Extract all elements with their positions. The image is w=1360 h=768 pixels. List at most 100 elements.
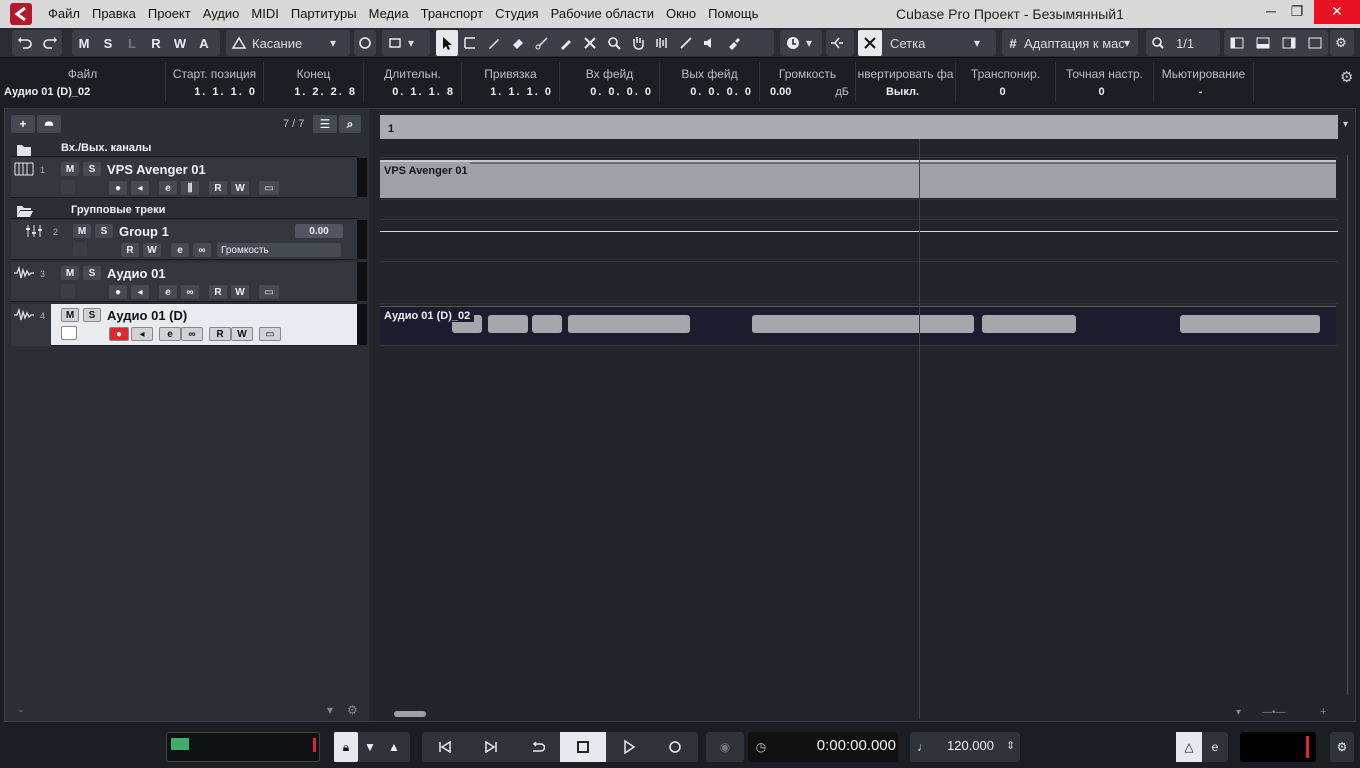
gear-icon[interactable]: ⚙: [347, 703, 358, 717]
audio-event[interactable]: Аудио 01 (D)_02: [380, 306, 1336, 344]
edit-channel-icon[interactable]: e: [171, 243, 189, 257]
menu-transport[interactable]: Транспорт: [415, 0, 490, 28]
add-track-preset-icon[interactable]: [37, 115, 61, 133]
write-button[interactable]: W: [143, 243, 161, 257]
info-fine-tune[interactable]: Точная настр. 0: [1056, 62, 1154, 102]
listen-state-button[interactable]: L: [120, 30, 144, 56]
monitor-icon[interactable]: ◂: [131, 327, 153, 341]
midi-part[interactable]: VPS Avenger 01: [380, 160, 1336, 198]
info-start[interactable]: Старт. позиция 1. 1. 1. 0: [166, 62, 264, 102]
info-fade-in[interactable]: Вх фейд 0. 0. 0. 0: [560, 62, 660, 102]
zoom-in-icon[interactable]: +: [1320, 706, 1326, 718]
lanes-icon[interactable]: ▭: [259, 181, 279, 195]
track-volume-field[interactable]: 0.00: [295, 224, 343, 238]
info-value[interactable]: 1. 1. 1. 0: [166, 86, 263, 98]
track-audio-selected[interactable]: 4 M S Аудио 01 (D) ● ◂ e ∞ R W ▭: [11, 304, 367, 346]
info-value[interactable]: 1. 2. 2. 8: [264, 86, 363, 98]
tempo-track-icon[interactable]: ♩: [910, 732, 936, 762]
punch-out-icon[interactable]: ▲: [382, 732, 406, 762]
lanes-icon[interactable]: ▭: [259, 285, 279, 299]
info-value[interactable]: -: [1154, 86, 1253, 98]
menu-audio[interactable]: Аудио: [197, 0, 246, 28]
menu-edit[interactable]: Правка: [86, 0, 142, 28]
info-value[interactable]: 0. 1. 1. 8: [364, 86, 461, 98]
automation-state-button[interactable]: A: [192, 30, 216, 56]
info-volume[interactable]: Громкость 0.00 дБ: [760, 62, 856, 102]
record-enable-icon[interactable]: ●: [109, 285, 127, 299]
left-zone-icon[interactable]: [1224, 30, 1250, 56]
link-icon[interactable]: ∞: [181, 327, 203, 341]
read-button[interactable]: R: [121, 243, 139, 257]
write-button[interactable]: W: [231, 327, 253, 341]
precount-icon[interactable]: e: [1202, 732, 1228, 762]
go-to-start-icon[interactable]: [422, 732, 468, 762]
quantize-preset-select[interactable]: # Адаптация к мас ▾: [1002, 30, 1138, 56]
range-tool-icon[interactable]: [458, 30, 482, 56]
mute-button[interactable]: M: [61, 308, 79, 322]
info-value[interactable]: 0. 0. 0. 0: [560, 86, 659, 98]
info-value[interactable]: Выкл.: [856, 86, 955, 98]
edit-channel-icon[interactable]: e: [159, 327, 181, 341]
track-folder-io[interactable]: Вх./Вых. каналы: [11, 139, 357, 157]
tempo-stepper-icon[interactable]: ⇕: [1006, 739, 1015, 752]
split-tool-icon[interactable]: [530, 30, 554, 56]
write-state-button[interactable]: W: [168, 30, 192, 56]
track-instrument[interactable]: 1 M S VPS Avenger 01 ● ◂ e ⫼ R W ▭: [11, 158, 367, 198]
info-snap[interactable]: Привязка 1. 1. 1. 0: [462, 62, 560, 102]
lane-group[interactable]: [380, 220, 1338, 262]
close-button[interactable]: ✕: [1314, 0, 1360, 24]
undo-icon[interactable]: [12, 30, 37, 56]
lane-audio[interactable]: [380, 262, 1338, 304]
info-invert-phase[interactable]: нвертировать фа Выкл.: [856, 62, 956, 102]
menu-file[interactable]: Файл: [42, 0, 86, 28]
info-value[interactable]: 0: [956, 86, 1055, 98]
track-list-collapse-icon[interactable]: -: [19, 703, 23, 717]
track-color-button[interactable]: [73, 242, 87, 256]
lanes-icon[interactable]: ▭: [259, 327, 281, 341]
track-visibility-icon[interactable]: ☰: [313, 115, 337, 133]
snap-on-off-button[interactable]: [826, 30, 854, 56]
track-audio[interactable]: 3 M S Аудио 01 ● ◂ e ∞ R W ▭: [11, 262, 367, 302]
menu-window[interactable]: Окно: [660, 0, 702, 28]
link-icon[interactable]: ∞: [193, 243, 211, 257]
stop-icon[interactable]: [560, 732, 606, 762]
punch-in-icon[interactable]: ▼: [358, 732, 382, 762]
lane-folder-io[interactable]: [380, 139, 1338, 158]
ruler[interactable]: 1: [380, 115, 1338, 139]
info-value[interactable]: 0: [1056, 86, 1153, 98]
lower-zone-icon[interactable]: [1250, 30, 1276, 56]
solo-button[interactable]: S: [83, 162, 101, 176]
tempo-value[interactable]: 120.000: [938, 738, 994, 753]
mixconsole-icon[interactable]: [1302, 30, 1328, 56]
play-tool-icon[interactable]: [698, 30, 722, 56]
chevron-down-icon[interactable]: ▾: [1343, 119, 1348, 130]
write-button[interactable]: W: [231, 181, 249, 195]
info-value[interactable]: Аудио 01 (D)_02: [0, 86, 165, 98]
track-color-button[interactable]: [61, 284, 75, 298]
monitor-icon[interactable]: ◂: [131, 285, 149, 299]
read-button[interactable]: R: [209, 327, 231, 341]
add-track-icon[interactable]: +: [11, 115, 35, 133]
object-selection-tool-icon[interactable]: [436, 30, 458, 56]
record-enable-icon[interactable]: ●: [109, 181, 127, 195]
right-zone-icon[interactable]: [1276, 30, 1302, 56]
menu-project[interactable]: Проект: [142, 0, 197, 28]
track-color-button[interactable]: [61, 180, 75, 194]
event-display[interactable]: 1 VPS Avenger 01 Аудио 01 (D)_02 ▾ —•— +: [380, 109, 1340, 721]
glue-tool-icon[interactable]: [554, 30, 578, 56]
solo-button[interactable]: S: [83, 266, 101, 280]
edit-instrument-icon[interactable]: ⫼: [181, 181, 199, 195]
zoom-slider[interactable]: —•—: [1262, 707, 1286, 718]
zoom-out-icon[interactable]: ▾: [1236, 707, 1241, 718]
write-button[interactable]: W: [231, 285, 249, 299]
cycle-icon[interactable]: [514, 732, 560, 762]
erase-tool-icon[interactable]: [506, 30, 530, 56]
snap-type-select[interactable]: Сетка ▾: [858, 30, 996, 56]
solo-button[interactable]: S: [83, 308, 101, 322]
menu-media[interactable]: Медиа: [363, 0, 415, 28]
lane-instrument[interactable]: VPS Avenger 01: [380, 158, 1338, 200]
monitor-icon[interactable]: ◂: [131, 181, 149, 195]
track-group[interactable]: 2 M S Group 1 0.00 R W e ∞ Громкость: [11, 220, 367, 260]
mute-button[interactable]: M: [61, 162, 79, 176]
redo-icon[interactable]: [37, 30, 62, 56]
